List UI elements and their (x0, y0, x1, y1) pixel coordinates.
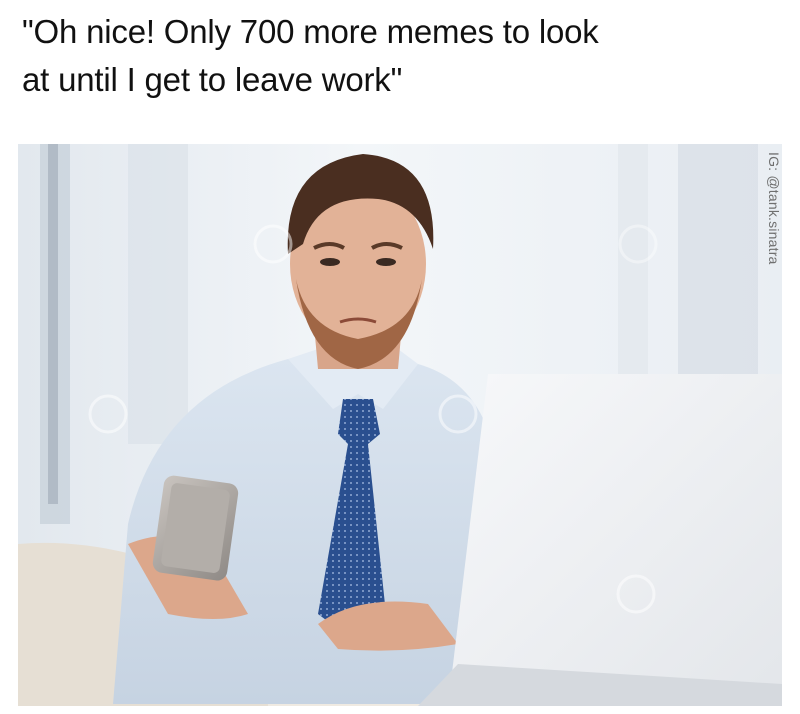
caption-line-2: at until I get to leave work" (22, 61, 403, 98)
meme-photo (18, 144, 782, 706)
meme-caption: "Oh nice! Only 700 more memes to look at… (22, 8, 782, 104)
caption-line-1: "Oh nice! Only 700 more memes to look (22, 13, 599, 50)
office-scene-illustration (18, 144, 782, 706)
